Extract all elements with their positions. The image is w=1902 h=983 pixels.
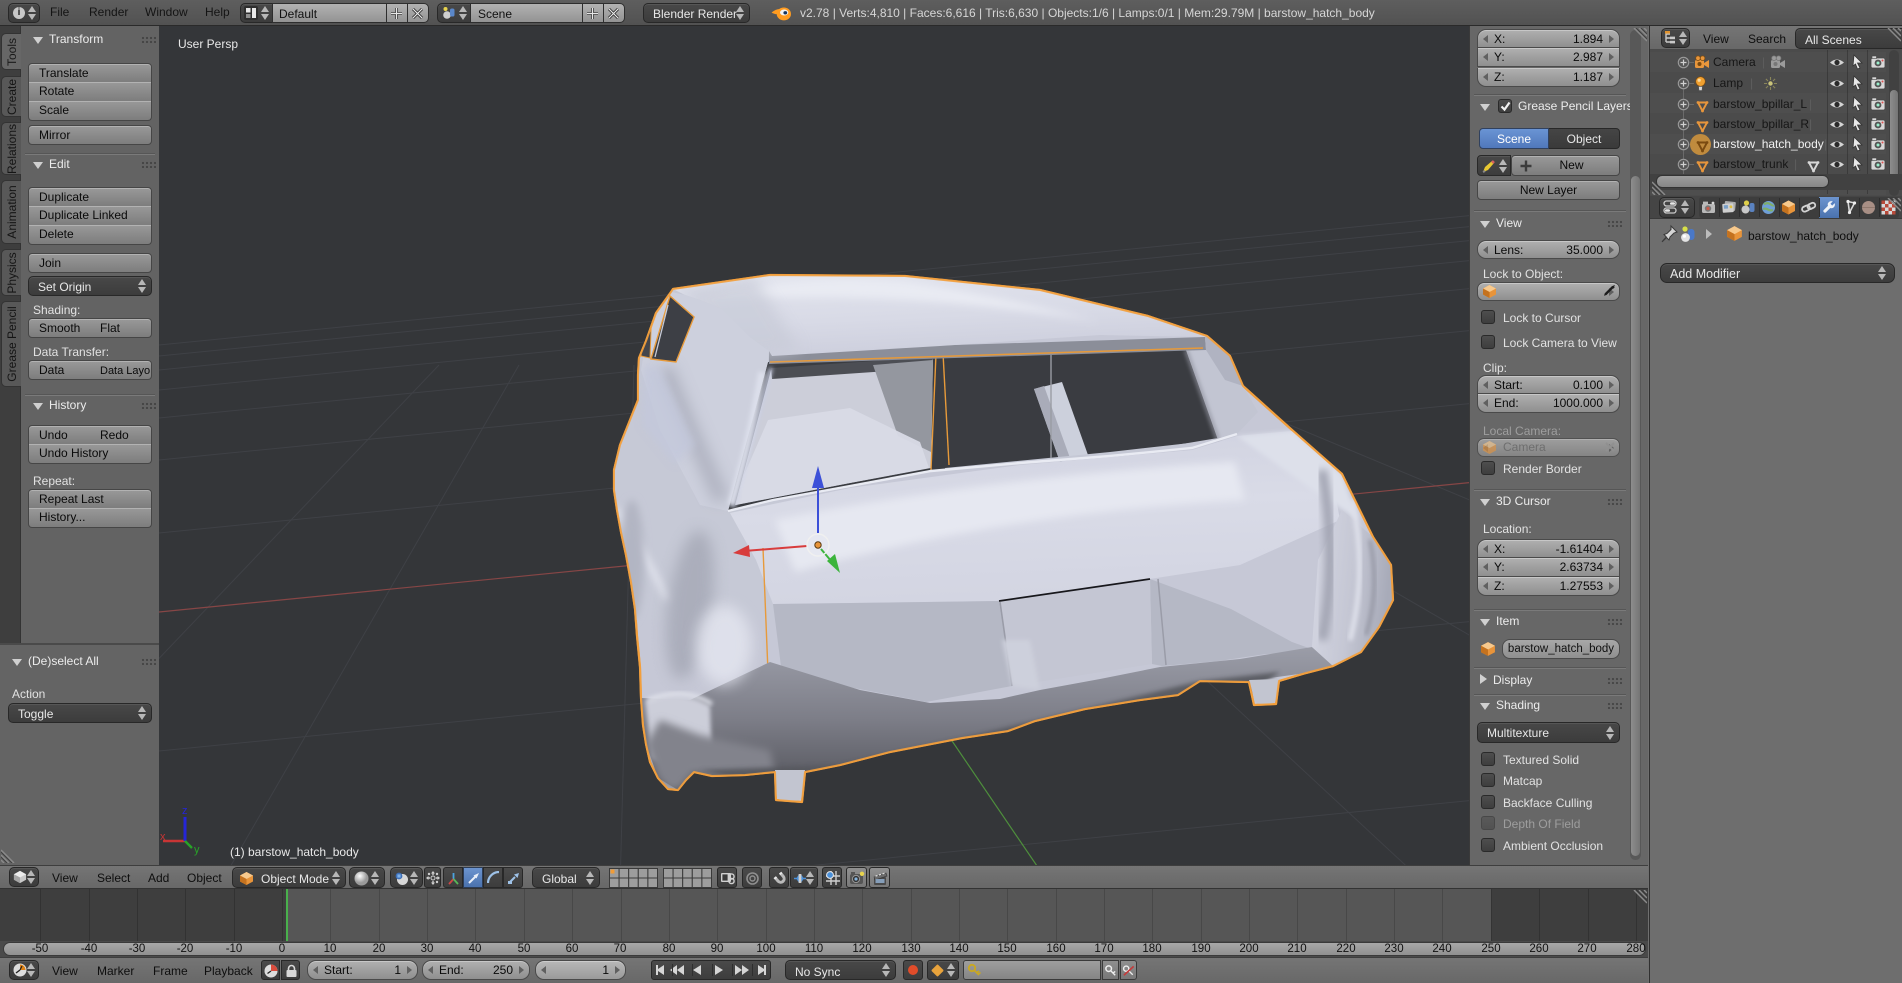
svg-text:x: x: [160, 831, 166, 843]
svg-text:y: y: [194, 844, 200, 856]
svg-text:z: z: [182, 805, 188, 817]
